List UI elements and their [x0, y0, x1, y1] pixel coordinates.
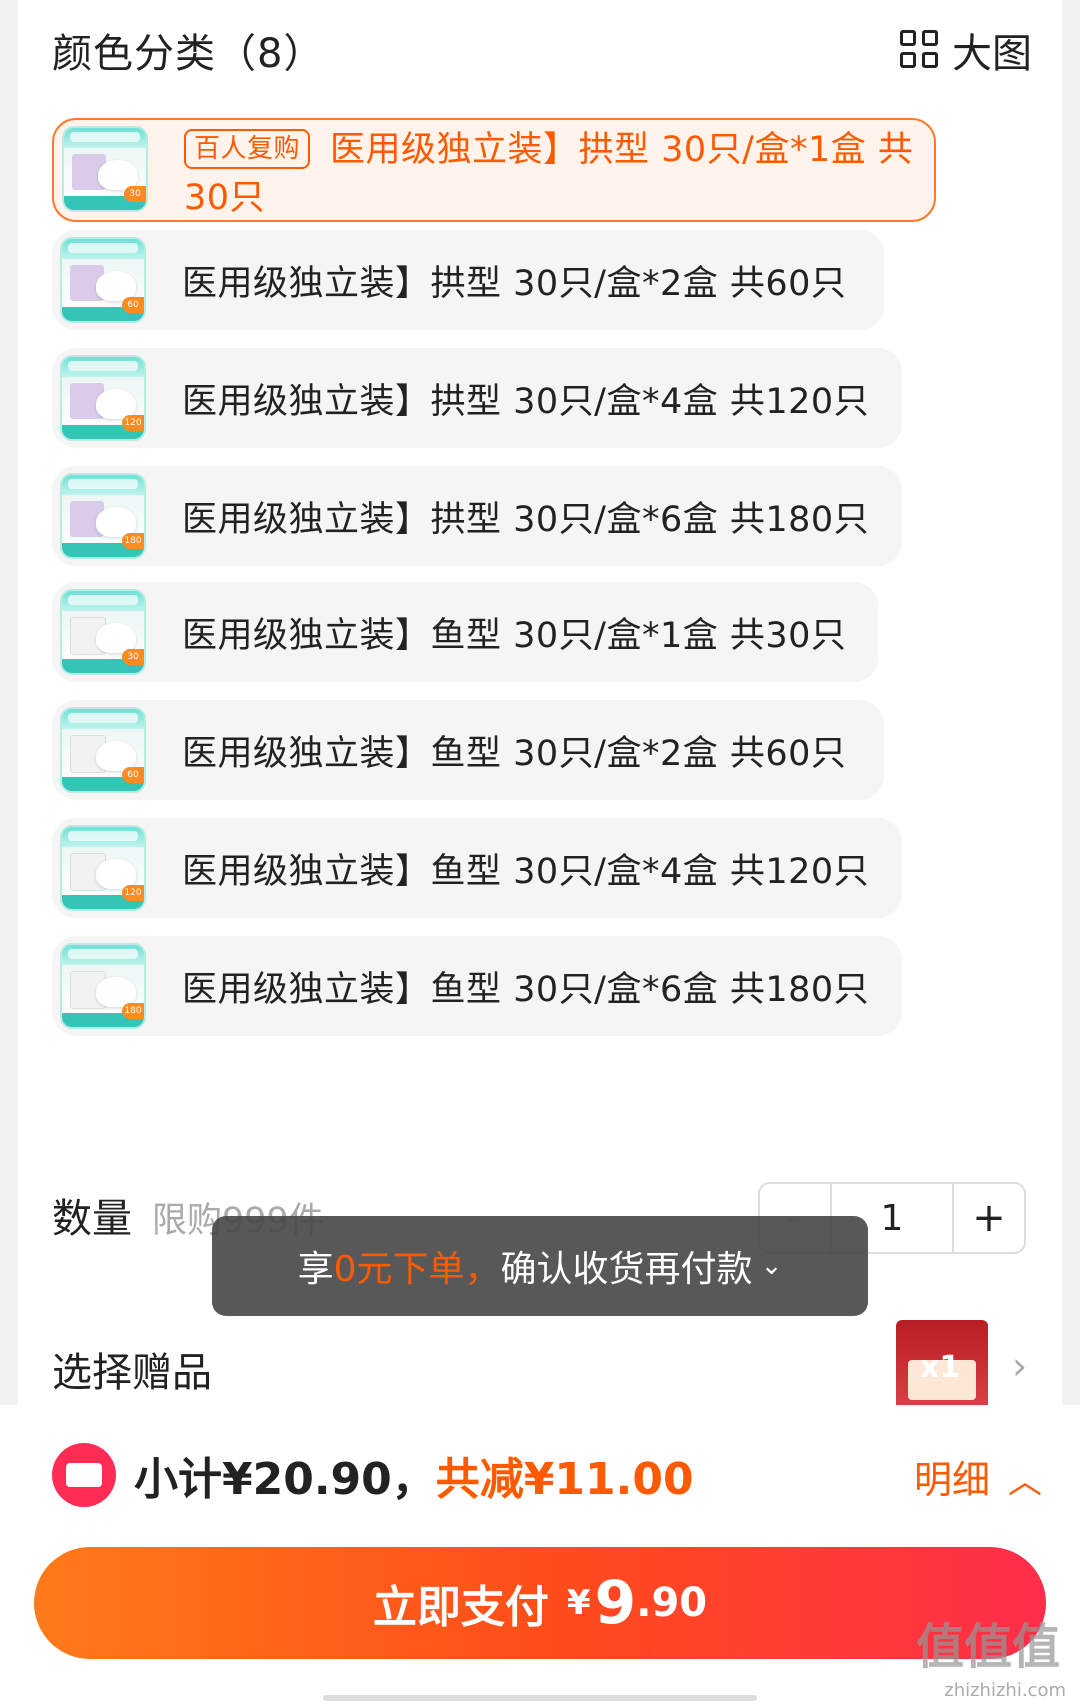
grid-icon — [900, 30, 940, 70]
option-thumbnail: 180 — [60, 473, 146, 559]
sku-header: 颜色分类（8） 大图 — [52, 22, 1032, 78]
chevron-right-icon[interactable]: › — [1012, 1344, 1027, 1388]
sku-option[interactable]: 180 医用级独立装】拱型 30只/盒*6盒 共180只 — [52, 466, 902, 566]
option-label: 医用级独立装】拱型 30只/盒*2盒 共60只 — [182, 263, 847, 304]
sku-option[interactable]: 30 医用级独立装】鱼型 30只/盒*1盒 共30只 — [52, 582, 878, 682]
increase-button[interactable]: + — [952, 1184, 1024, 1252]
gift-label: 选择赠品 — [52, 1350, 212, 1396]
pay-now-button[interactable]: 立即支付 ¥ 9 .90 — [34, 1547, 1046, 1659]
toast-suffix: 确认收货再付款 — [500, 1249, 753, 1290]
price-detail-toggle[interactable]: 明细 ︿ — [914, 1449, 1042, 1504]
coupon-icon — [52, 1443, 116, 1507]
option-thumbnail: 120 — [60, 355, 146, 441]
watermark-logo: 值值值 — [915, 1619, 1060, 1675]
sku-option[interactable]: 180 医用级独立装】鱼型 30只/盒*6盒 共180只 — [52, 936, 902, 1036]
repurchase-badge: 百人复购 — [184, 129, 311, 169]
checkout-bar: 小计¥20.90， 共减¥11.00 明细 ︿ 立即支付 ¥ 9 .90 值值值 … — [0, 1405, 1080, 1707]
option-thumbnail: 60 — [60, 237, 146, 323]
sku-option[interactable]: 60 医用级独立装】鱼型 30只/盒*2盒 共60只 — [52, 700, 884, 800]
pay-amount-integer: 9 — [594, 1568, 637, 1638]
option-thumbnail: 30 — [62, 126, 148, 212]
pay-currency: ¥ — [566, 1583, 591, 1623]
pay-amount-decimal: .90 — [636, 1580, 708, 1626]
gift-quantity: x1 — [920, 1350, 961, 1385]
option-label: 医用级独立装】鱼型 30只/盒*1盒 共30只 — [182, 615, 847, 656]
sku-option[interactable]: 120 医用级独立装】鱼型 30只/盒*4盒 共120只 — [52, 818, 902, 918]
pay-label: 立即支付 — [372, 1582, 549, 1633]
sku-option[interactable]: 30 百人复购 医用级独立装】拱型 30只/盒*1盒 共30只 — [52, 118, 936, 222]
discount-total: 共减¥11.00 — [435, 1454, 694, 1505]
watermark-url: zhizhizhi.com — [944, 1680, 1066, 1701]
sku-option[interactable]: 120 医用级独立装】拱型 30只/盒*4盒 共120只 — [52, 348, 902, 448]
option-label: 百人复购 医用级独立装】拱型 30只/盒*1盒 共30只 — [184, 129, 914, 218]
option-label: 医用级独立装】鱼型 30只/盒*4盒 共120只 — [182, 851, 870, 892]
toast-prefix: 享 — [297, 1249, 334, 1290]
option-thumbnail: 30 — [60, 589, 146, 675]
pay-later-toast[interactable]: 享 0元下单， 确认收货再付款 ⌄ — [212, 1216, 868, 1316]
option-label: 医用级独立装】拱型 30只/盒*4盒 共120只 — [182, 381, 870, 422]
subtotal: 小计¥20.90， — [134, 1454, 436, 1505]
option-label: 医用级独立装】鱼型 30只/盒*6盒 共180只 — [182, 969, 870, 1010]
chevron-up-icon: ︿ — [1008, 1462, 1042, 1502]
option-thumbnail: 60 — [60, 707, 146, 793]
option-label: 医用级独立装】拱型 30只/盒*6盒 共180只 — [182, 499, 870, 540]
home-indicator — [323, 1695, 757, 1701]
summary-row: 小计¥20.90， 共减¥11.00 明细 ︿ — [52, 1435, 1042, 1515]
chevron-down-icon: ⌄ — [760, 1251, 783, 1281]
sku-option[interactable]: 60 医用级独立装】拱型 30只/盒*2盒 共60只 — [52, 230, 884, 330]
option-thumbnail: 120 — [60, 825, 146, 911]
detail-label: 明细 — [913, 1458, 990, 1502]
section-title: 颜色分类（8） — [52, 31, 325, 77]
quantity-label: 数量 — [52, 1196, 132, 1242]
large-view-toggle[interactable]: 大图 — [900, 21, 1032, 79]
option-label: 医用级独立装】鱼型 30只/盒*2盒 共60只 — [182, 733, 847, 774]
toast-highlight: 0元下单， — [333, 1249, 501, 1290]
option-thumbnail: 180 — [60, 943, 146, 1029]
view-toggle-label: 大图 — [952, 31, 1032, 77]
